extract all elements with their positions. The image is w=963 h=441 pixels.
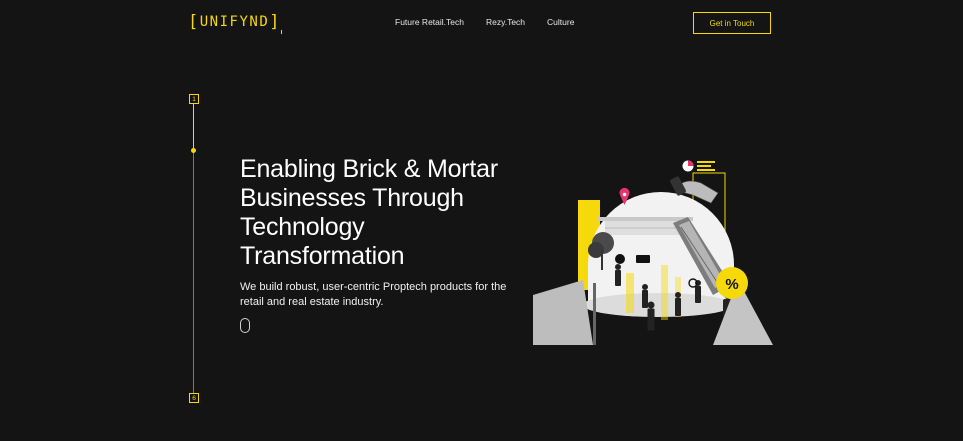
slide-indicator-handle[interactable] bbox=[191, 148, 196, 153]
hero-illustration: % bbox=[533, 160, 773, 345]
slide-indicator-current[interactable]: 1 bbox=[189, 94, 199, 104]
hero-subtitle: We build robust, user-centric Proptech p… bbox=[240, 281, 507, 308]
hero-title: Enabling Brick & Mortar Businesses Throu… bbox=[240, 155, 530, 271]
nav-item-rezy-tech[interactable]: Rezy.Tech bbox=[486, 17, 525, 27]
hero-title-line: Transformation bbox=[240, 242, 405, 270]
logo[interactable]: [UNIFYND] bbox=[188, 12, 283, 34]
scroll-mouse-icon[interactable] bbox=[240, 318, 250, 333]
nav-item-culture[interactable]: Culture bbox=[547, 17, 574, 27]
svg-text:%: % bbox=[725, 276, 738, 293]
slide-indicator-total[interactable]: 6 bbox=[189, 393, 199, 403]
hero-title-line: Enabling Brick & Mortar bbox=[240, 155, 498, 183]
main-nav: Future Retail.Tech Rezy.Tech Culture bbox=[395, 17, 574, 27]
nav-item-future-retail-tech[interactable]: Future Retail.Tech bbox=[395, 17, 464, 27]
logo-text: UNIFYND bbox=[199, 14, 270, 30]
slide-indicator-progress bbox=[193, 104, 194, 150]
logo-bracket-left: [ bbox=[188, 12, 200, 32]
get-in-touch-button[interactable]: Get in Touch bbox=[693, 12, 771, 34]
hero-title-line: Businesses Through bbox=[240, 184, 464, 212]
logo-bracket-right: ] bbox=[269, 12, 282, 32]
hero-title-line: Technology bbox=[240, 213, 365, 241]
logo-tail bbox=[279, 30, 283, 34]
